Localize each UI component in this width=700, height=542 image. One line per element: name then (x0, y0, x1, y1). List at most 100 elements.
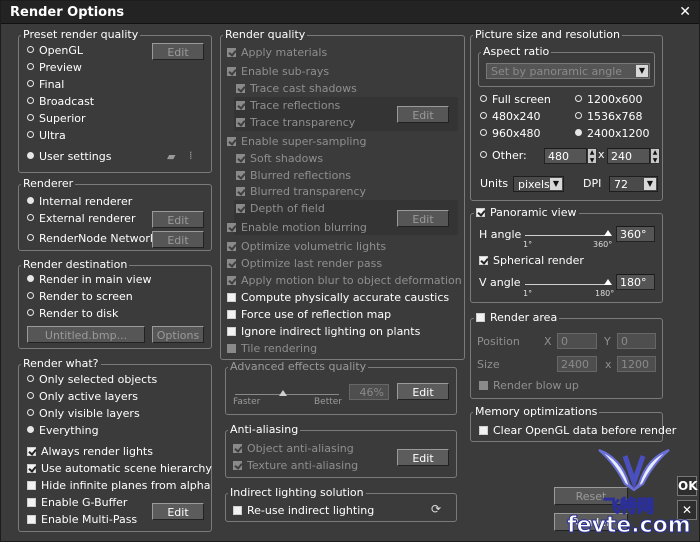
dest-screen[interactable]: Render to screen (27, 289, 133, 305)
q-reflection-map[interactable]: Force use of reflection map (227, 307, 391, 323)
units-select[interactable]: pixels ▼ (513, 176, 564, 192)
destination-options-button[interactable]: Options (152, 326, 204, 343)
dpi-select[interactable]: 72 ▼ (609, 176, 658, 192)
q-motion-blurring[interactable]: Enable motion blurring (227, 220, 367, 236)
q-blurred-transparency[interactable]: Blurred transparency (236, 184, 366, 200)
h-angle-input[interactable]: 360° (616, 226, 655, 242)
size-960x480[interactable]: 960x480 (480, 126, 541, 142)
advanced-slider-track[interactable] (235, 394, 339, 395)
check-hide-infinite-planes[interactable]: Hide infinite planes from alpha (27, 478, 210, 494)
what-selected-objects[interactable]: Only selected objects (27, 372, 157, 388)
v-angle-input[interactable]: 180° (616, 274, 655, 290)
q-tile-rendering-label: Tile rendering (241, 342, 318, 355)
q-ignore-indirect-plants[interactable]: Ignore indirect lighting on plants (227, 324, 420, 340)
q-caustics[interactable]: Compute physically accurate caustics (227, 290, 449, 306)
renderer-internal[interactable]: Internal renderer (27, 194, 132, 210)
ok-button[interactable]: OK (677, 476, 698, 496)
advanced-percent-field[interactable]: 46% (349, 384, 389, 400)
q-apply-materials[interactable]: Apply materials (227, 45, 327, 61)
size-480x240[interactable]: 480x240 (480, 109, 541, 125)
multipass-edit-button[interactable]: Edit (152, 503, 204, 520)
what-everything-label: Everything (39, 424, 99, 437)
height-input[interactable]: 240 (607, 148, 650, 164)
what-active-layers[interactable]: Only active layers (27, 389, 138, 405)
q-optimize-last-pass[interactable]: Optimize last render pass (227, 256, 382, 272)
aa-object[interactable]: Object anti-aliasing (233, 441, 354, 457)
preset-user-settings[interactable]: User settings (27, 149, 111, 165)
preset-final[interactable]: Final (27, 77, 64, 93)
q-enable-subrays[interactable]: Enable sub-rays (227, 64, 329, 80)
q-trace-cast-shadows-label: Trace cast shadows (250, 82, 357, 95)
dest-disk[interactable]: Render to disk (27, 306, 118, 322)
rendernode-edit-button[interactable]: Edit (152, 231, 204, 248)
area-width-input[interactable]: 2400 (557, 356, 597, 372)
preset-broadcast[interactable]: Broadcast (27, 94, 94, 110)
v-angle-slider-thumb[interactable] (604, 279, 612, 285)
aa-edit-button[interactable]: Edit (397, 449, 449, 466)
q-motion-blur-deformation[interactable]: Apply motion blur to object deformation (227, 273, 462, 289)
preset-superior[interactable]: Superior (27, 111, 86, 127)
size-1200x600[interactable]: 1200x600 (575, 92, 643, 108)
width-spinner[interactable]: ▲ ▼ (587, 148, 597, 164)
what-everything[interactable]: Everything (27, 423, 99, 439)
renderer-rendernode[interactable]: RenderNode Network (27, 231, 156, 247)
q-soft-shadows[interactable]: Soft shadows (236, 151, 323, 167)
dest-main-view[interactable]: Render in main view (27, 272, 152, 288)
checkbox-checked-icon (236, 171, 245, 180)
aa-texture[interactable]: Texture anti-aliasing (233, 458, 358, 474)
q-blurred-reflections[interactable]: Blurred reflections (236, 168, 351, 184)
size-2400x1200[interactable]: 2400x1200 (575, 126, 650, 142)
height-spinner[interactable]: ▲ ▼ (650, 148, 660, 164)
q-depth-of-field[interactable]: Depth of field (236, 201, 325, 217)
preset-ultra[interactable]: Ultra (27, 128, 66, 144)
preset-opengl[interactable]: OpenGL (27, 43, 83, 59)
renderer-external[interactable]: External renderer (27, 211, 135, 227)
output-file-button[interactable]: Untitled.bmp... (27, 326, 145, 343)
q-tile-rendering[interactable]: Tile rendering (227, 341, 317, 357)
close-icon[interactable]: ✕ (679, 4, 691, 20)
size-full-screen[interactable]: Full screen (480, 92, 551, 108)
clear-opengl-data[interactable]: Clear OpenGL data before render (479, 423, 676, 439)
anti-aliasing-title: Anti-aliasing (228, 423, 301, 436)
advanced-edit-button[interactable]: Edit (397, 383, 449, 400)
q-optimize-volumetric[interactable]: Optimize volumetric lights (227, 239, 386, 255)
check-render-lights[interactable]: Always render lights (27, 444, 153, 460)
checkbox-checked-icon (227, 67, 236, 76)
advanced-slider-thumb[interactable] (278, 390, 287, 396)
area-height-input[interactable]: 1200 (617, 356, 656, 372)
render-blow-up[interactable]: Render blow up (479, 378, 579, 394)
render-options-window: Render Options ✕ Preset render quality O… (0, 0, 700, 542)
area-x-input[interactable]: 0 (557, 333, 597, 349)
q-trace-transparency[interactable]: Trace transparency (236, 115, 355, 131)
check-multipass[interactable]: Enable Multi-Pass (27, 512, 137, 528)
preset-edit-button[interactable]: Edit (152, 43, 204, 60)
spherical-render[interactable]: Spherical render (479, 253, 584, 269)
q-super-sampling[interactable]: Enable super-sampling (227, 134, 366, 150)
check-gbuffer[interactable]: Enable G-Buffer (27, 495, 127, 511)
subrays-edit-button[interactable]: Edit (397, 106, 449, 123)
area-y-input[interactable]: 0 (617, 333, 656, 349)
reuse-indirect-lighting[interactable]: Re-use indirect lighting (233, 503, 374, 519)
h-angle-slider-track[interactable] (525, 235, 611, 236)
q-motion-blurring-label: Enable motion blurring (241, 221, 367, 234)
panoramic-view-toggle[interactable]: Panoramic view (474, 206, 579, 219)
q-trace-cast-shadows[interactable]: Trace cast shadows (236, 81, 357, 97)
width-input[interactable]: 480 (544, 148, 587, 164)
folder-open-icon[interactable]: ▰ (167, 150, 175, 163)
q-trace-reflections[interactable]: Trace reflections (236, 98, 340, 114)
save-icon[interactable]: ⁞ (189, 149, 193, 162)
refresh-icon[interactable]: ⟳ (431, 502, 441, 516)
h-angle-slider-thumb[interactable] (604, 230, 612, 236)
size-other[interactable]: Other: (480, 148, 527, 164)
preset-preview[interactable]: Preview (27, 60, 82, 76)
checkbox-icon (27, 481, 36, 490)
v-angle-slider-track[interactable] (525, 284, 611, 285)
supersampling-edit-button[interactable]: Edit (397, 210, 449, 227)
preset-broadcast-label: Broadcast (39, 95, 95, 108)
size-1536x768[interactable]: 1536x768 (575, 109, 643, 125)
render-area-toggle[interactable]: Render area (474, 311, 560, 324)
aspect-ratio-select[interactable]: Set by panoramic angle ▼ (486, 63, 650, 79)
external-edit-button[interactable]: Edit (152, 211, 204, 228)
what-visible-layers[interactable]: Only visible layers (27, 406, 140, 422)
check-auto-hierarchy[interactable]: Use automatic scene hierarchy (27, 461, 212, 477)
